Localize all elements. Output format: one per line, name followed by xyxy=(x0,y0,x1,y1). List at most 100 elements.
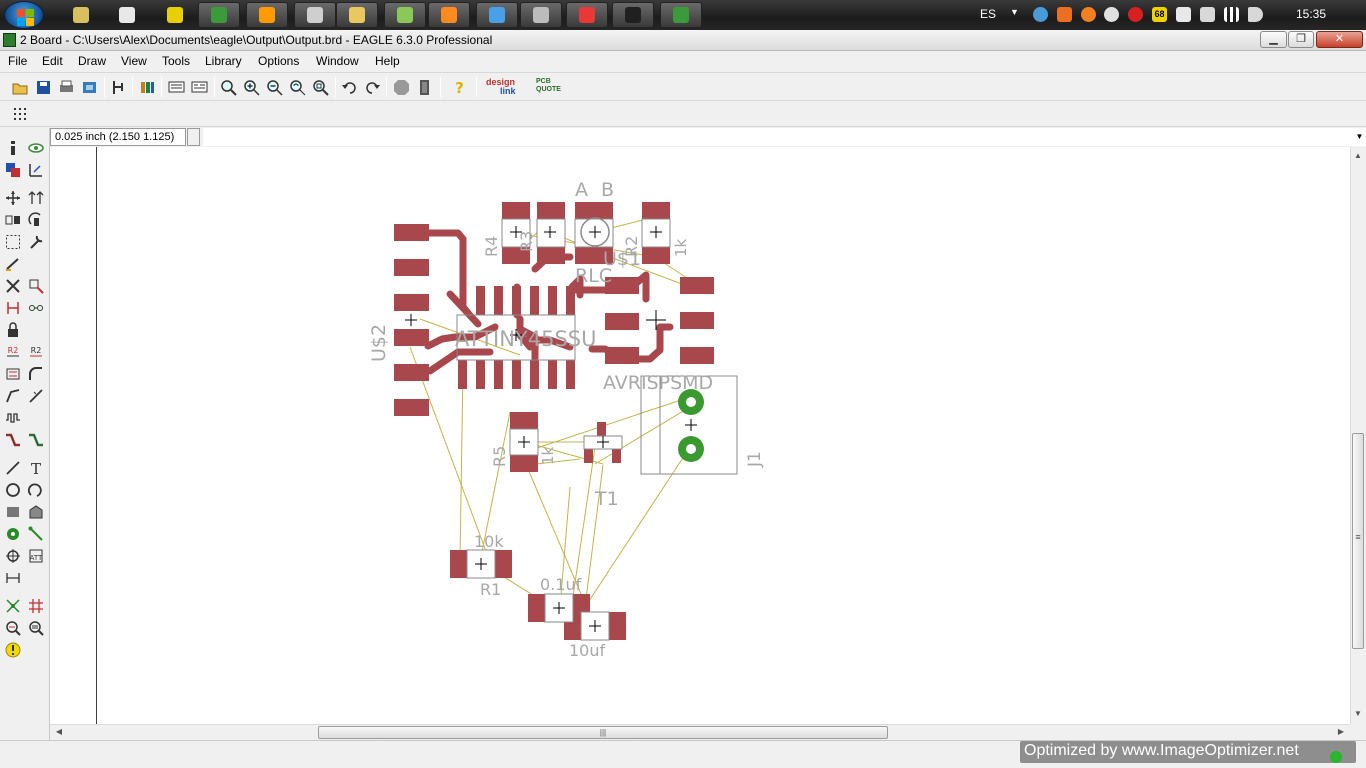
add-icon[interactable] xyxy=(28,278,44,294)
vertical-scrollbar[interactable]: ▲ ≡ ▼ xyxy=(1350,147,1366,724)
board-canvas[interactable]: A B R4 R3 R2 1k RLC U$1 U$2 ATTINY45SSU … xyxy=(50,147,1350,724)
scroll-up-button[interactable]: ▲ xyxy=(1351,151,1365,160)
remove-device-icon[interactable] xyxy=(1176,7,1191,22)
script-icon[interactable] xyxy=(168,79,185,96)
circle-icon[interactable] xyxy=(5,482,21,498)
menu-draw[interactable]: Draw xyxy=(78,54,106,68)
menu-view[interactable]: View xyxy=(121,54,147,68)
taskbar-app-button[interactable] xyxy=(66,2,96,28)
save-icon[interactable] xyxy=(35,79,52,96)
taskbar-app-button[interactable] xyxy=(336,2,378,28)
value-icon[interactable]: R2 xyxy=(28,344,44,360)
usb-device-icon[interactable] xyxy=(1200,7,1215,22)
pinswap-icon[interactable] xyxy=(5,300,21,316)
clock[interactable]: 15:35 xyxy=(1296,7,1326,21)
print-icon[interactable] xyxy=(58,79,75,96)
ripup-icon[interactable] xyxy=(28,432,44,448)
help-icon[interactable]: ? xyxy=(451,79,468,96)
arc-icon[interactable] xyxy=(28,482,44,498)
stop-icon[interactable] xyxy=(393,79,410,96)
taskbar-app-button[interactable] xyxy=(384,2,426,28)
menu-options[interactable]: Options xyxy=(258,54,299,68)
drc-icon[interactable] xyxy=(5,620,21,636)
board-schematic-switch-icon[interactable] xyxy=(110,79,127,96)
tray-badge[interactable]: 68 xyxy=(1152,7,1167,22)
menu-tools[interactable]: Tools xyxy=(162,54,190,68)
taskbar-app-button[interactable] xyxy=(566,2,608,28)
via-icon[interactable] xyxy=(5,526,21,542)
optimize-icon[interactable] xyxy=(28,388,44,404)
taskbar-app-button[interactable] xyxy=(660,2,702,28)
library-icon[interactable] xyxy=(139,79,156,96)
maximize-button[interactable]: ❐ xyxy=(1288,31,1314,48)
meander-icon[interactable] xyxy=(5,410,21,426)
taskbar-app-button[interactable] xyxy=(612,2,654,28)
window-titlebar[interactable]: 2 Board - C:\Users\Alex\Documents\eagle\… xyxy=(0,30,1366,51)
command-input[interactable] xyxy=(203,128,1353,146)
design-link-logo[interactable]: design link xyxy=(486,78,516,96)
wire-icon[interactable] xyxy=(5,460,21,476)
hole-icon[interactable] xyxy=(5,548,21,564)
scroll-right-button[interactable]: ▶ xyxy=(1334,727,1348,736)
warning-icon[interactable] xyxy=(5,642,21,658)
taskbar-app-button[interactable] xyxy=(160,2,190,28)
miter-icon[interactable] xyxy=(28,366,44,382)
info-icon[interactable] xyxy=(5,140,21,156)
cam-processor-icon[interactable] xyxy=(81,79,98,96)
close-button[interactable]: ✕ xyxy=(1316,31,1363,48)
horizontal-scroll-thumb[interactable]: ||| xyxy=(318,726,888,739)
copy-icon[interactable] xyxy=(28,190,44,206)
undo-icon[interactable] xyxy=(341,79,358,96)
move-icon[interactable] xyxy=(5,190,21,206)
zoom-out-icon[interactable] xyxy=(266,79,283,96)
text-icon[interactable]: T xyxy=(28,460,44,476)
replace-icon[interactable] xyxy=(28,300,44,316)
redraw-icon[interactable] xyxy=(289,79,306,96)
cloud-icon[interactable] xyxy=(1104,7,1119,22)
scroll-left-button[interactable]: ◀ xyxy=(52,727,66,736)
taskbar-app-button[interactable] xyxy=(294,2,336,28)
grid-icon[interactable] xyxy=(12,106,29,123)
rotate-icon[interactable] xyxy=(28,212,44,228)
signal-icon[interactable] xyxy=(1224,7,1239,22)
ulp-icon[interactable] xyxy=(191,79,208,96)
start-button[interactable] xyxy=(4,1,44,29)
volume-icon[interactable] xyxy=(1248,7,1263,22)
ratsnest-icon[interactable] xyxy=(5,598,21,614)
open-icon[interactable] xyxy=(12,79,29,96)
zoom-fit-icon[interactable] xyxy=(220,79,237,96)
language-indicator[interactable]: ES xyxy=(980,7,996,21)
display-layers-icon[interactable] xyxy=(5,162,21,178)
horizontal-scrollbar[interactable]: ◀ ||| ▶ xyxy=(50,724,1350,740)
taskbar-app-button[interactable] xyxy=(246,2,288,28)
taskbar-app-button[interactable] xyxy=(520,2,562,28)
mirror-icon[interactable] xyxy=(5,212,21,228)
taskbar-app-button[interactable] xyxy=(198,2,240,28)
lock-icon[interactable] xyxy=(5,322,21,338)
menu-file[interactable]: File xyxy=(8,54,27,68)
taskbar-app-button[interactable] xyxy=(476,2,518,28)
tray-expand-icon[interactable]: ▼ xyxy=(1010,7,1025,22)
mail-tray-icon[interactable] xyxy=(1128,7,1143,22)
command-history-dropdown[interactable]: ▼ xyxy=(1353,128,1366,146)
route-icon[interactable] xyxy=(5,432,21,448)
attribute-icon[interactable]: ATT xyxy=(28,548,44,564)
scroll-down-button[interactable]: ▼ xyxy=(1351,709,1365,718)
show-icon[interactable] xyxy=(28,140,44,156)
zoom-in-icon[interactable] xyxy=(243,79,260,96)
taskbar-app-button[interactable] xyxy=(428,2,470,28)
split-icon[interactable] xyxy=(5,388,21,404)
taskbar-app-button[interactable] xyxy=(112,2,142,28)
eagle-app-icon[interactable] xyxy=(3,33,16,47)
dimension-icon[interactable] xyxy=(5,570,21,586)
delete-icon[interactable] xyxy=(5,278,21,294)
polygon-icon[interactable] xyxy=(28,504,44,520)
rect-icon[interactable] xyxy=(5,504,21,520)
menu-window[interactable]: Window xyxy=(316,54,359,68)
pcb-board-drawing[interactable]: A B R4 R3 R2 1k RLC U$1 U$2 ATTINY45SSU … xyxy=(50,147,1350,724)
group-icon[interactable] xyxy=(5,234,21,250)
firefox-tray-icon[interactable] xyxy=(1057,7,1072,22)
pcb-quote-logo[interactable]: PCB QUOTE xyxy=(536,78,561,94)
paste-icon[interactable] xyxy=(5,256,21,272)
go-icon[interactable] xyxy=(416,79,433,96)
